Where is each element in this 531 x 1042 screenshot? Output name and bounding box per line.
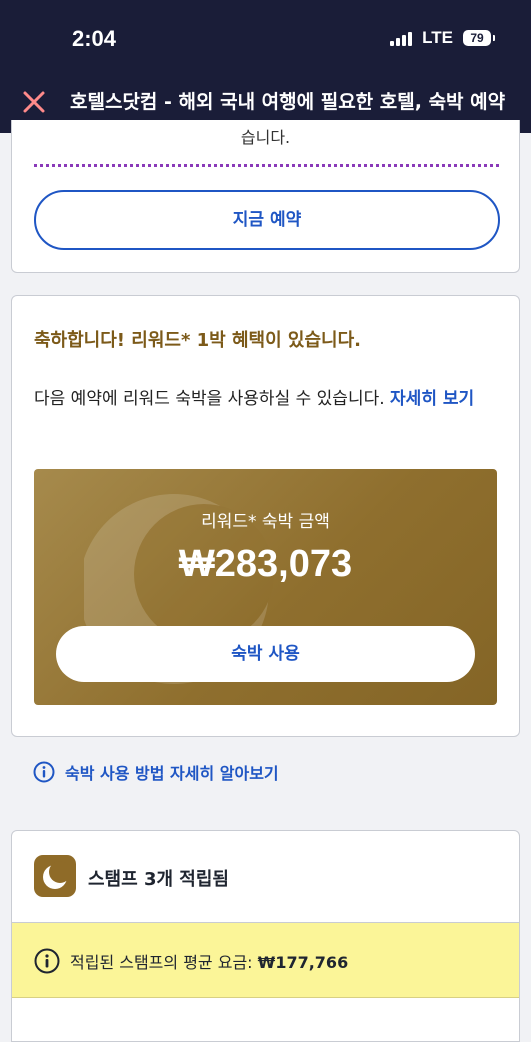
help-link-label[interactable]: 숙박 사용 방법 자세히 알아보기 [65, 760, 279, 784]
help-link[interactable]: 숙박 사용 방법 자세히 알아보기 [33, 760, 279, 784]
status-time: 2:04 [72, 26, 117, 51]
reward-amount-panel: 리워드* 숙박 금액 ₩283,073 숙박 사용 [34, 469, 497, 705]
moon-icon [34, 855, 76, 897]
reward-panel-amount: ₩283,073 [178, 543, 353, 585]
use-stay-button[interactable]: 숙박 사용 [56, 626, 475, 682]
average-rate-value: ₩177,766 [257, 953, 349, 972]
page-title: 호텔스닷컴 - 해외 국내 여행에 필요한 호텔, 숙박 예약 [70, 91, 506, 113]
signal-icon [390, 30, 413, 46]
browser-header: 2:04 LTE 79 호텔스닷컴 - 해외 국내 여행에 필요한 호텔, 숙박… [0, 0, 531, 133]
average-rate-text: 적립된 스탬프의 평균 요금: ₩177,766 [70, 949, 348, 973]
info-icon [33, 761, 55, 783]
dotted-divider [34, 164, 499, 167]
network-type: LTE [422, 28, 453, 47]
reward-heading: 축하합니다! 리워드* 1박 혜택이 있습니다. [34, 330, 362, 351]
battery-icon: 79 [463, 30, 495, 46]
booking-card: 습니다. 지금 예약 [11, 120, 520, 273]
reward-panel-label: 리워드* 숙박 금액 [201, 512, 330, 532]
status-indicators: LTE 79 [390, 28, 495, 48]
book-now-button[interactable]: 지금 예약 [34, 190, 500, 250]
average-rate-label: 적립된 스탬프의 평균 요금: [70, 953, 253, 972]
reward-details-link[interactable]: 자세히 보기 [390, 389, 474, 409]
average-rate-banner: 적립된 스탬프의 평균 요금: ₩177,766 [12, 923, 519, 998]
reward-description: 다음 예약에 리워드 숙박을 사용하실 수 있습니다. 자세히 보기 [34, 382, 504, 416]
close-icon[interactable] [20, 88, 48, 116]
stamps-card: 스탬프 3개 적립됨 적립된 스탬프의 평균 요금: ₩177,766 [11, 830, 520, 1042]
booking-partial-text: 습니다. [240, 128, 291, 147]
reward-card: 축하합니다! 리워드* 1박 혜택이 있습니다. 다음 예약에 리워드 숙박을 … [11, 295, 520, 737]
reward-description-text: 다음 예약에 리워드 숙박을 사용하실 수 있습니다. [34, 389, 385, 409]
info-icon [34, 948, 60, 974]
stamp-title: 스탬프 3개 적립됨 [88, 869, 229, 890]
